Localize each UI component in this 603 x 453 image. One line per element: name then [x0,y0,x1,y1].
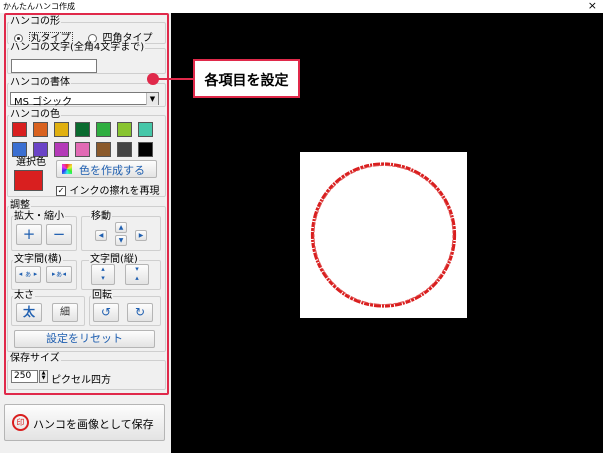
settings-highlight [4,13,169,395]
callout-box: 各項目を設定 [193,59,300,98]
close-icon[interactable]: × [588,0,597,12]
callout-text: 各項目を設定 [204,73,289,89]
save-image-label: ハンコを画像として保存 [33,418,154,431]
window-title: かんたんハンコ作成 [3,2,75,11]
stamp-circle [310,162,457,308]
stamp-icon: 印 [12,414,29,431]
callout-dot [147,73,159,85]
save-image-button[interactable]: 印 ハンコを画像として保存 [4,404,165,441]
title-bar: かんたんハンコ作成 × [0,0,603,13]
stamp-preview [300,152,467,318]
